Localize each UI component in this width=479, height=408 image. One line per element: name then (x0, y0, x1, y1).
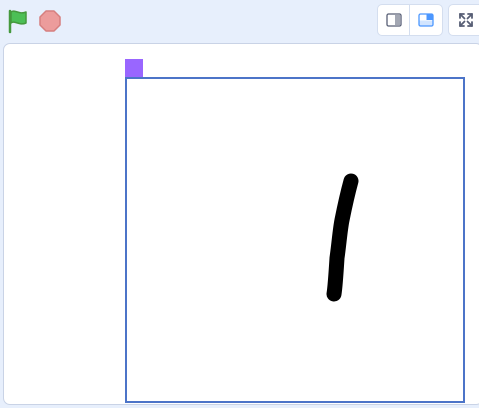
green-flag-button[interactable] (5, 8, 31, 34)
stop-button[interactable] (38, 9, 62, 33)
stage-size-toggle (377, 4, 443, 36)
stage-header (0, 0, 479, 42)
small-stage-icon (385, 13, 402, 27)
stage-canvas[interactable] (3, 43, 479, 405)
pen-stroke (326, 173, 359, 302)
fullscreen-icon (459, 13, 473, 27)
fullscreen-button[interactable] (448, 4, 479, 36)
green-flag-icon (8, 9, 27, 34)
pen-stroke-layer (326, 173, 359, 302)
stop-icon (39, 10, 61, 32)
small-stage-button[interactable] (378, 5, 411, 35)
normal-stage-button[interactable] (410, 5, 442, 35)
normal-stage-icon (418, 13, 434, 27)
